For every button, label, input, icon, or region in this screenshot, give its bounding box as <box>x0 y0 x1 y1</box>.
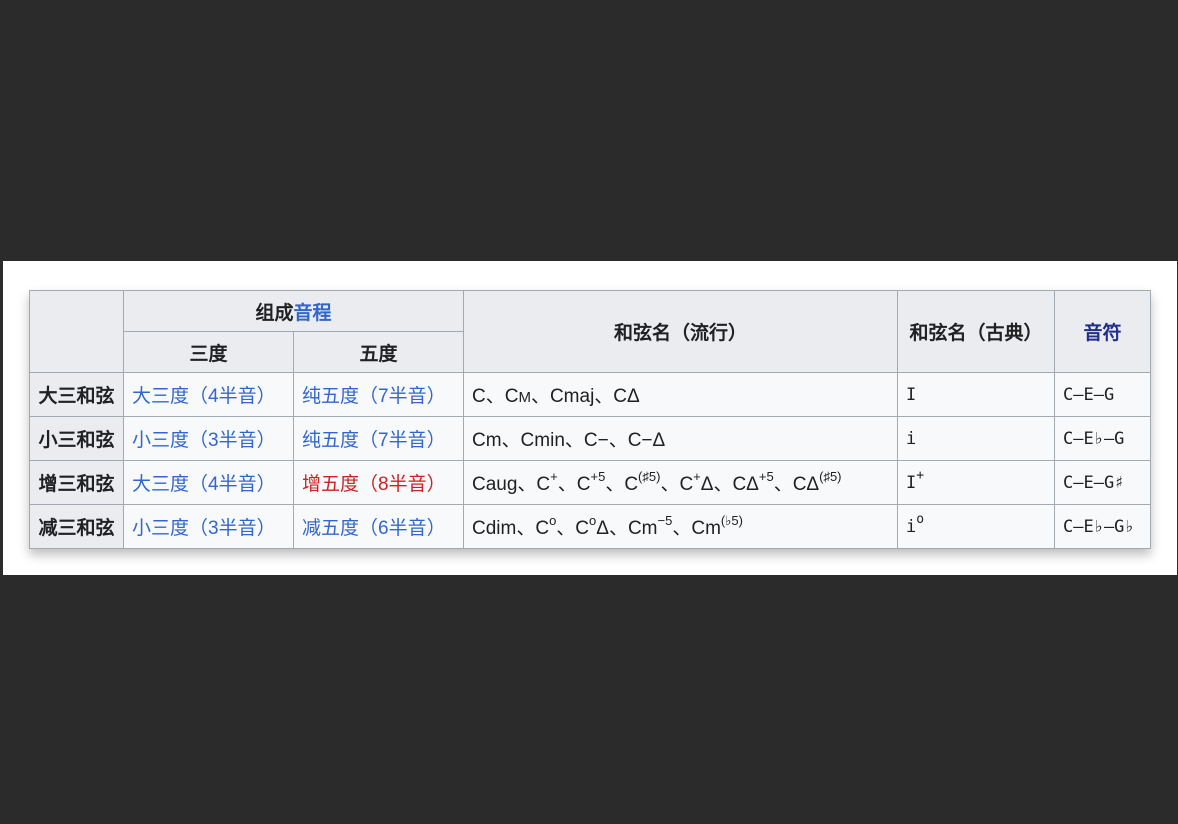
popular-names-cell: Caug、C+、C+5、C(♯5)、C+Δ、CΔ+5、CΔ(♯5) <box>463 460 898 505</box>
fifth-cell: 纯五度（7半音） <box>293 416 464 461</box>
notes-header: 音符 <box>1054 290 1151 373</box>
perfect-fifth-link[interactable]: 纯五度（7半音） <box>302 386 446 407</box>
popular-sup: (♯5) <box>638 469 661 484</box>
table-row: 大三和弦 大三度（4半音） 纯五度（7半音） C、CM、Cmaj、CΔ I C–… <box>29 372 1151 417</box>
classical-name-cell: I+ <box>897 460 1055 505</box>
classical-name-header: 和弦名（古典） <box>897 290 1055 373</box>
major-third-link[interactable]: 大三度（4半音） <box>132 474 276 495</box>
classical-text: I <box>906 384 917 405</box>
composition-label: 组成 <box>255 302 294 324</box>
popular-names-cell: Cm、Cmin、C−、C−Δ <box>463 416 898 461</box>
corner-header-cell <box>29 290 124 373</box>
classical-sup: + <box>916 467 925 483</box>
minor-third-link[interactable]: 小三度（3半音） <box>132 518 276 539</box>
classical-text: I <box>906 472 917 493</box>
popular-sup: + <box>550 469 558 484</box>
content-panel: 组成音程 和弦名（流行） 和弦名（古典） 音符 三度 五度 大三和弦 大三度（4… <box>3 261 1177 575</box>
popular-text: Δ、CΔ <box>700 474 759 495</box>
popular-text: 、C <box>557 474 591 495</box>
augmented-fifth-link[interactable]: 增五度（8半音） <box>302 474 446 495</box>
third-header: 三度 <box>123 331 294 373</box>
popular-text: Cdim、C <box>472 518 550 539</box>
popular-text: 、C <box>605 474 639 495</box>
diminished-fifth-link[interactable]: 减五度（6半音） <box>302 518 446 539</box>
notes-cell: C–E♭–G <box>1054 416 1151 461</box>
popular-name-header: 和弦名（流行） <box>463 290 898 373</box>
table-row: 增三和弦 大三度（4半音） 增五度（8半音） Caug、C+、C+5、C(♯5)… <box>29 460 1151 505</box>
notes-cell: C–E–G <box>1054 372 1151 417</box>
classical-name-cell: i <box>897 416 1055 461</box>
popular-text: 、C <box>556 518 590 539</box>
popular-sup: +5 <box>758 469 774 484</box>
third-cell: 小三度（3半音） <box>123 504 294 549</box>
popular-smallcap: M <box>518 389 531 406</box>
popular-sup: (♯5) <box>819 469 842 484</box>
notes-link[interactable]: 音符 <box>1083 323 1121 344</box>
popular-sup: + <box>693 469 701 484</box>
classical-text: i <box>906 428 917 449</box>
chord-name-augmented: 增三和弦 <box>29 460 124 505</box>
popular-names-cell: C、CM、Cmaj、CΔ <box>463 372 898 417</box>
classical-text: i <box>906 516 917 537</box>
popular-text: Δ、Cm <box>596 518 658 539</box>
chord-name-minor: 小三和弦 <box>29 416 124 461</box>
popular-names-cell: Cdim、Co、CoΔ、Cm−5、Cm(♭5) <box>463 504 898 549</box>
third-cell: 大三度（4半音） <box>123 372 294 417</box>
popular-text: Cm、Cmin、C−、C−Δ <box>472 430 666 451</box>
triad-table: 组成音程 和弦名（流行） 和弦名（古典） 音符 三度 五度 大三和弦 大三度（4… <box>29 290 1151 549</box>
popular-sup: +5 <box>590 469 606 484</box>
composition-header: 组成音程 <box>123 290 464 332</box>
popular-text: 、Cmaj、CΔ <box>530 386 640 407</box>
popular-text: 、Cm <box>672 518 721 539</box>
header-row-1: 组成音程 和弦名（流行） 和弦名（古典） 音符 <box>29 290 1151 373</box>
minor-third-link[interactable]: 小三度（3半音） <box>132 430 276 451</box>
table-row: 小三和弦 小三度（3半音） 纯五度（7半音） Cm、Cmin、C−、C−Δ i … <box>29 416 1151 461</box>
popular-text: C、C <box>472 386 519 407</box>
fifth-cell: 纯五度（7半音） <box>293 372 464 417</box>
classical-name-cell: io <box>897 504 1055 549</box>
popular-text: 、C <box>660 474 694 495</box>
third-cell: 小三度（3半音） <box>123 416 294 461</box>
fifth-cell: 增五度（8半音） <box>293 460 464 505</box>
notes-cell: C–E–G♯ <box>1054 460 1151 505</box>
fifth-header: 五度 <box>293 331 464 373</box>
fifth-cell: 减五度（6半音） <box>293 504 464 549</box>
popular-sup: (♭5) <box>720 513 743 528</box>
classical-name-cell: I <box>897 372 1055 417</box>
notes-cell: C–E♭–G♭ <box>1054 504 1151 549</box>
popular-text: 、CΔ <box>773 474 820 495</box>
third-cell: 大三度（4半音） <box>123 460 294 505</box>
table-row: 减三和弦 小三度（3半音） 减五度（6半音） Cdim、Co、CoΔ、Cm−5、… <box>29 504 1151 549</box>
chord-name-major: 大三和弦 <box>29 372 124 417</box>
major-third-link[interactable]: 大三度（4半音） <box>132 386 276 407</box>
classical-sup: o <box>916 511 925 527</box>
perfect-fifth-link[interactable]: 纯五度（7半音） <box>302 430 446 451</box>
chord-name-diminished: 减三和弦 <box>29 504 124 549</box>
popular-text: Caug、C <box>472 474 551 495</box>
popular-sup: −5 <box>657 513 673 528</box>
interval-link[interactable]: 音程 <box>294 303 332 324</box>
